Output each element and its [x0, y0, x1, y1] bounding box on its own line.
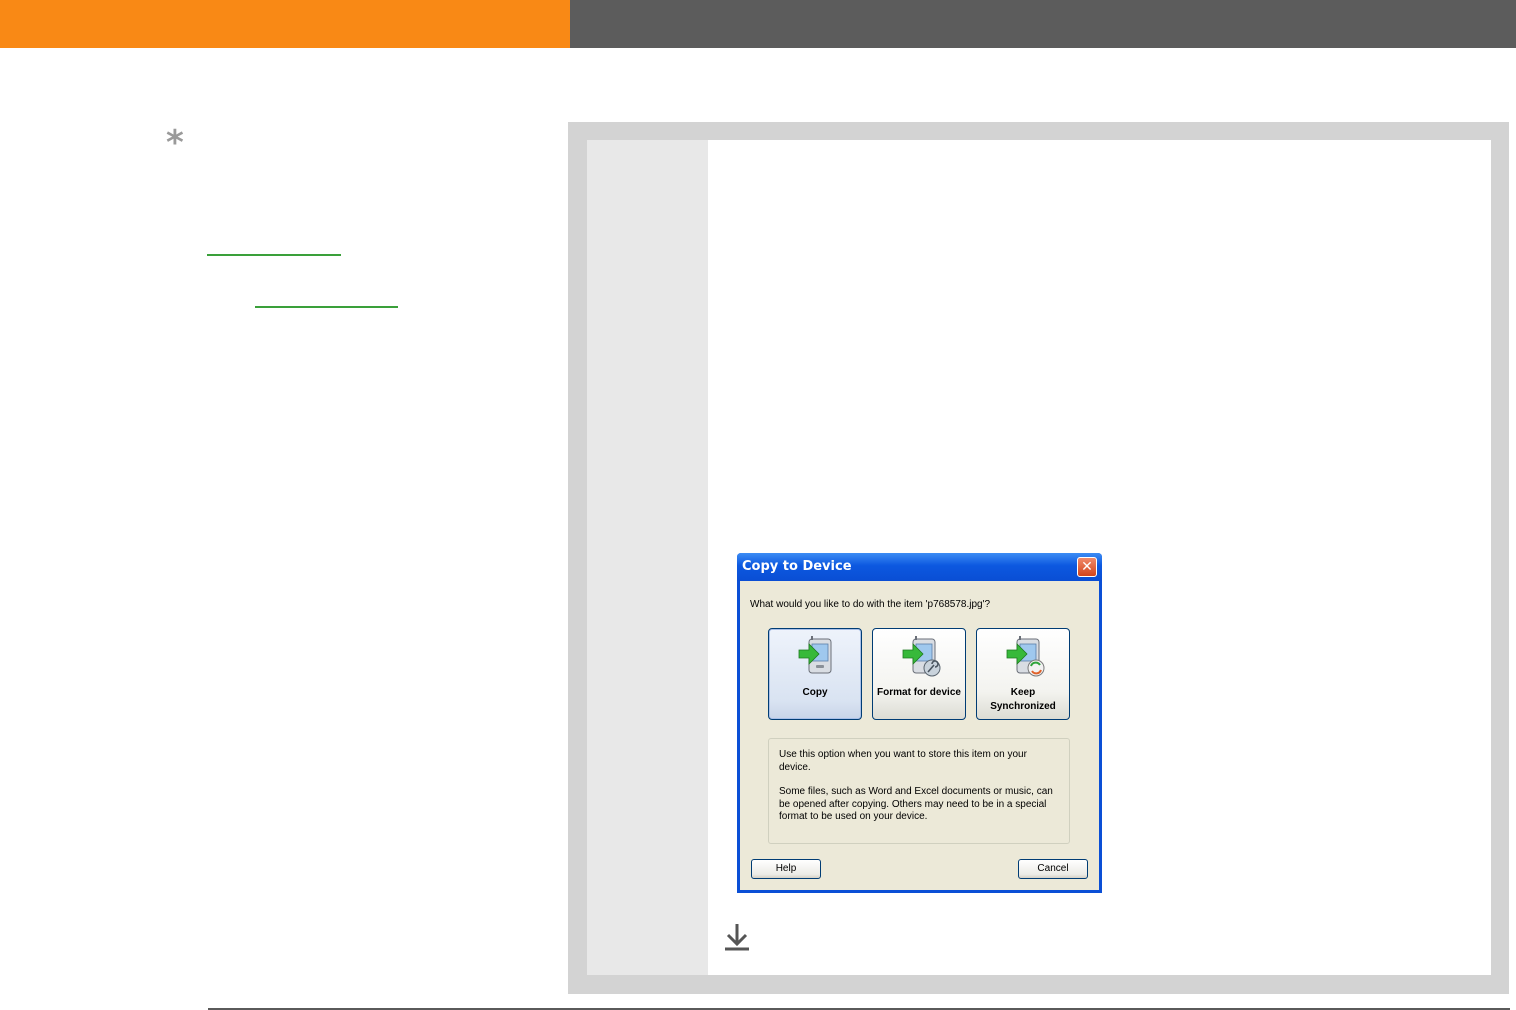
copy-to-device-dialog: Copy to Device ✕ What would you like to … [737, 553, 1102, 893]
help-button[interactable]: Help [751, 859, 821, 879]
device-sync-icon [1006, 636, 1045, 677]
close-icon[interactable]: ✕ [1077, 557, 1097, 577]
device-copy-icon [798, 636, 832, 674]
keep-synchronized-option-button[interactable]: Keep Synchronized [976, 628, 1070, 720]
dialog-prompt: What would you like to do with the item … [750, 599, 991, 610]
arrow-down-icon[interactable] [724, 922, 750, 952]
format-for-device-option-label: Format for device [877, 687, 961, 698]
sidebar-link-1[interactable] [207, 254, 341, 256]
keep-synchronized-option-label: Keep Synchronized [990, 687, 1056, 712]
device-format-icon [902, 636, 941, 677]
dialog-title: Copy to Device [742, 559, 852, 574]
format-for-device-option-button[interactable]: Format for device [872, 628, 966, 720]
description-line-1: Use this option when you want to store t… [779, 749, 1027, 773]
description-line-2: Some files, such as Word and Excel docum… [779, 786, 1053, 822]
copy-option-button[interactable]: Copy [768, 628, 862, 720]
asterisk-tip-icon: * [166, 123, 184, 163]
header-bar-orange [0, 0, 570, 48]
step-number-column [587, 140, 708, 975]
dialog-body: What would you like to do with the item … [740, 581, 1099, 890]
dialog-titlebar[interactable]: Copy to Device ✕ [737, 553, 1102, 581]
option-description-box: Use this option when you want to store t… [768, 738, 1070, 844]
header-bar-gray [570, 0, 1516, 48]
cancel-button[interactable]: Cancel [1018, 859, 1088, 879]
sidebar-link-2[interactable] [255, 306, 398, 308]
copy-option-label: Copy [802, 687, 828, 698]
